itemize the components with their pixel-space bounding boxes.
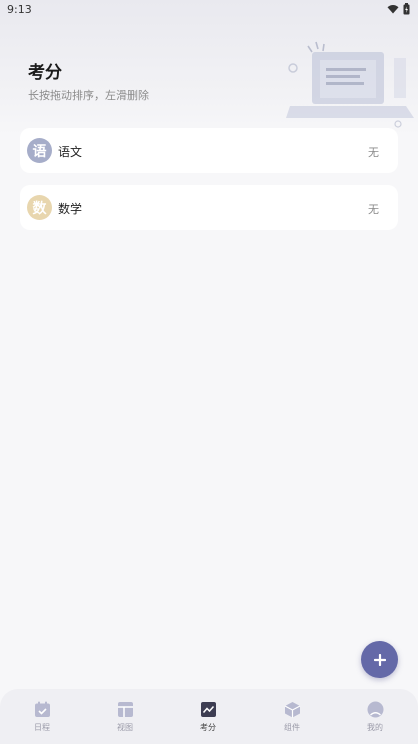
tab-scores[interactable]: 考分 xyxy=(178,701,238,737)
cube-icon xyxy=(284,702,300,718)
battery-icon xyxy=(403,3,410,15)
tab-label: 组件 xyxy=(284,723,300,732)
calendar-icon xyxy=(34,701,50,717)
page-subtitle: 长按拖动排序，左滑删除 xyxy=(28,89,149,102)
tab-label: 视图 xyxy=(117,723,133,732)
subject-name: 语文 xyxy=(58,145,83,159)
layout-icon xyxy=(117,702,133,717)
tab-schedule[interactable]: 日程 xyxy=(12,701,72,737)
subject-name: 数学 xyxy=(58,202,83,216)
subject-card-chinese[interactable]: 语 语文 无 xyxy=(20,128,398,173)
plus-icon xyxy=(373,653,386,666)
subject-score: 无 xyxy=(368,203,379,216)
status-bar: 9:13 xyxy=(0,0,418,20)
tab-label: 考分 xyxy=(200,723,216,732)
add-subject-button[interactable] xyxy=(361,641,398,678)
tab-profile[interactable]: 我的 xyxy=(345,701,405,737)
subject-score: 无 xyxy=(368,146,379,159)
subject-badge: 语 xyxy=(27,138,52,163)
tab-label: 日程 xyxy=(34,723,50,732)
tab-label: 我的 xyxy=(367,723,383,732)
chart-icon xyxy=(200,702,216,717)
wifi-icon xyxy=(387,5,399,14)
subject-badge: 数 xyxy=(27,195,52,220)
person-icon xyxy=(367,701,383,718)
tab-view[interactable]: 视图 xyxy=(95,701,155,737)
status-icons xyxy=(387,3,410,15)
laptop-illustration xyxy=(286,41,414,128)
status-time: 9:13 xyxy=(7,3,32,16)
page-title: 考分 xyxy=(28,63,62,83)
bottom-tab-bar: 日程 视图 考分 组件 我的 xyxy=(0,689,418,744)
subject-card-math[interactable]: 数 数学 无 xyxy=(20,185,398,230)
tab-widgets[interactable]: 组件 xyxy=(262,701,322,737)
